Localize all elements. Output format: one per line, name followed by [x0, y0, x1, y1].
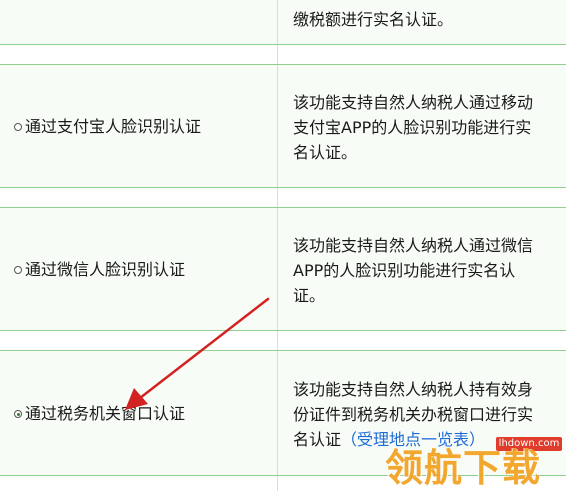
option-tax-office-window-auth[interactable]: 通过税务机关窗口认证	[14, 404, 185, 424]
description-line: APP的人脸识别功能进行实名认	[293, 261, 516, 280]
option-label: 通过支付宝人脸识别认证	[25, 117, 202, 136]
description-line-cut	[293, 0, 565, 7]
row-divider	[0, 64, 566, 65]
row-2-description: 该功能支持自然人纳税人通过微信 APP的人脸识别功能进行实名认 证。	[293, 233, 565, 308]
description-line: 缴税额进行实名认证。	[293, 10, 454, 29]
description-line: 该功能支持自然人纳税人通过微信	[293, 236, 534, 255]
description-line: 该功能支持自然人纳税人持有效身	[293, 380, 534, 399]
description-line: 份证件到税务机关办税窗口进行实	[293, 405, 534, 424]
radio-checked-icon[interactable]	[14, 410, 22, 418]
description-line: 名认证。	[293, 143, 358, 162]
row-divider	[0, 187, 566, 188]
row-1-description: 该功能支持自然人纳税人通过移动 支付宝APP的人脸识别功能进行实 名认证。	[293, 90, 565, 165]
column-divider	[277, 0, 278, 491]
row-divider	[0, 207, 566, 208]
description-line: 支付宝APP的人脸识别功能进行实	[293, 118, 532, 137]
radio-icon[interactable]	[14, 123, 22, 131]
description-line: 证。	[293, 286, 326, 305]
row-divider	[0, 350, 566, 351]
watermark-logo: 领航下载	[385, 446, 542, 490]
option-wechat-face-auth[interactable]: 通过微信人脸识别认证	[14, 260, 185, 280]
row-divider	[0, 44, 566, 45]
description-line: 该功能支持自然人纳税人通过移动	[293, 93, 534, 112]
option-label: 通过微信人脸识别认证	[25, 260, 186, 279]
radio-icon[interactable]	[14, 266, 22, 274]
row-0-description: 缴税额进行实名认证。	[293, 0, 565, 32]
option-label: 通过税务机关窗口认证	[25, 404, 186, 423]
row-divider	[0, 330, 566, 331]
option-alipay-face-auth[interactable]: 通过支付宝人脸识别认证	[14, 117, 201, 137]
description-text: 名认证	[293, 430, 342, 449]
